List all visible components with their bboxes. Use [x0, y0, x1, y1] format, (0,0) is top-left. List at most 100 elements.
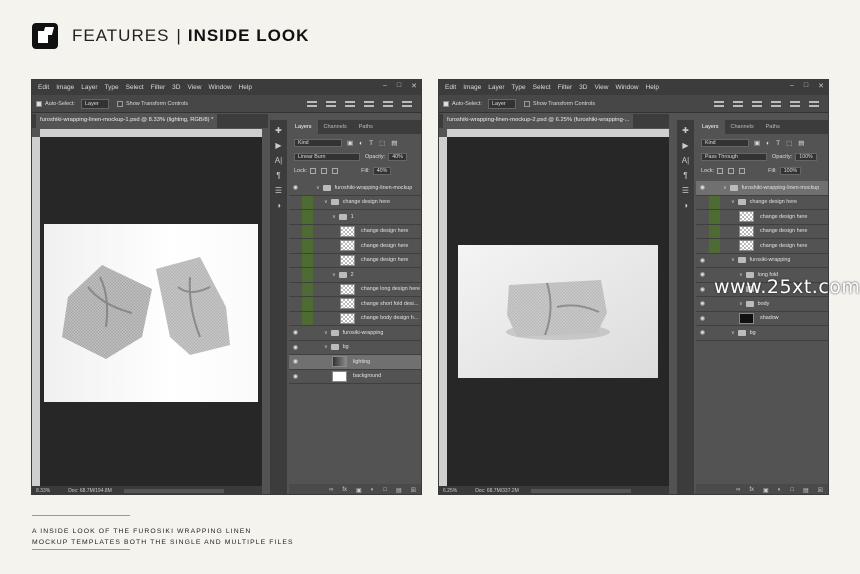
- smart-filter-icon[interactable]: ▤: [798, 139, 804, 147]
- align-icon[interactable]: [714, 100, 724, 107]
- paragraph-icon[interactable]: ¶: [683, 171, 687, 180]
- fill-value[interactable]: 100%: [779, 167, 802, 175]
- adjustment-layer-icon[interactable]: ◐: [778, 487, 782, 493]
- align-icon[interactable]: [364, 100, 374, 107]
- new-layer-icon[interactable]: ▤: [803, 487, 809, 494]
- menu-help[interactable]: Help: [239, 84, 252, 91]
- link-layers-icon[interactable]: ∞: [736, 487, 740, 493]
- visibility-eye-icon[interactable]: [289, 254, 302, 268]
- auto-select-target[interactable]: Layer: [487, 98, 516, 109]
- pixel-filter-icon[interactable]: ▣: [347, 139, 353, 147]
- visibility-eye-icon[interactable]: [289, 210, 302, 224]
- align-icon[interactable]: [809, 100, 819, 107]
- visibility-eye-icon[interactable]: ◉: [289, 326, 302, 340]
- menu-view[interactable]: View: [594, 84, 608, 91]
- fx-icon[interactable]: fx: [342, 487, 347, 493]
- visibility-eye-icon[interactable]: ◉: [289, 355, 302, 369]
- visibility-eye-icon[interactable]: ◉: [696, 268, 709, 282]
- visibility-eye-icon[interactable]: ◉: [289, 341, 302, 355]
- visibility-eye-icon[interactable]: [696, 210, 709, 224]
- tab-channels[interactable]: Channels: [725, 120, 760, 134]
- visibility-eye-icon[interactable]: [696, 239, 709, 253]
- expand-arrow-icon[interactable]: ∨: [731, 330, 735, 336]
- menu-type[interactable]: Type: [512, 84, 526, 91]
- smart-filter-icon[interactable]: ▤: [391, 139, 397, 147]
- menu-type[interactable]: Type: [105, 84, 119, 91]
- layer-row[interactable]: change long design here: [289, 282, 421, 297]
- expand-arrow-icon[interactable]: ∨: [324, 344, 328, 350]
- menu-edit[interactable]: Edit: [38, 84, 49, 91]
- type-tool-icon[interactable]: A|: [682, 156, 689, 165]
- visibility-eye-icon[interactable]: [289, 283, 302, 297]
- maximize-icon[interactable]: □: [804, 82, 808, 90]
- expand-arrow-icon[interactable]: ∨: [324, 199, 328, 205]
- properties-icon[interactable]: ☰: [682, 186, 689, 195]
- visibility-eye-icon[interactable]: [289, 196, 302, 210]
- show-transform-checkbox[interactable]: [523, 100, 530, 107]
- menu-filter[interactable]: Filter: [558, 84, 572, 91]
- visibility-eye-icon[interactable]: ◉: [696, 326, 709, 340]
- type-filter-icon[interactable]: T: [369, 140, 373, 147]
- visibility-eye-icon[interactable]: [289, 225, 302, 239]
- layer-row[interactable]: ◉ lighting: [289, 355, 421, 370]
- visibility-eye-icon[interactable]: ◉: [696, 254, 709, 268]
- menu-window[interactable]: Window: [615, 84, 638, 91]
- align-icon[interactable]: [326, 100, 336, 107]
- layer-row[interactable]: change body design h...: [289, 311, 421, 326]
- paragraph-icon[interactable]: ¶: [276, 171, 280, 180]
- adjustments-icon[interactable]: ◑: [276, 201, 281, 210]
- move-tool-icon[interactable]: ✚: [682, 126, 689, 135]
- menu-edit[interactable]: Edit: [445, 84, 456, 91]
- layer-row[interactable]: ∨ 2: [289, 268, 421, 283]
- horizontal-scrollbar[interactable]: [123, 488, 224, 493]
- layer-row[interactable]: ∨ change design here: [696, 195, 828, 210]
- mask-icon[interactable]: ▣: [763, 487, 769, 494]
- layer-row[interactable]: ∨ 1: [289, 210, 421, 225]
- mask-icon[interactable]: ▣: [356, 487, 362, 494]
- fx-icon[interactable]: fx: [749, 487, 754, 493]
- menu-view[interactable]: View: [187, 84, 201, 91]
- blend-mode-select[interactable]: Pass Through: [701, 153, 767, 161]
- visibility-eye-icon[interactable]: ◉: [696, 283, 709, 297]
- expand-arrow-icon[interactable]: ∨: [316, 185, 320, 191]
- auto-select-checkbox[interactable]: [36, 100, 42, 107]
- menu-image[interactable]: Image: [463, 84, 481, 91]
- menu-3d[interactable]: 3D: [172, 84, 180, 91]
- expand-arrow-icon[interactable]: ∨: [739, 301, 743, 307]
- visibility-eye-icon[interactable]: ◉: [289, 370, 302, 384]
- layer-row[interactable]: ∨ change design here: [289, 195, 421, 210]
- layer-row[interactable]: ◉ ∨ furosiki-wrapping: [289, 326, 421, 341]
- visibility-eye-icon[interactable]: ◉: [696, 297, 709, 311]
- visibility-eye-icon[interactable]: ◉: [696, 181, 709, 195]
- tab-paths[interactable]: Paths: [760, 120, 786, 134]
- layer-row[interactable]: change design here: [696, 224, 828, 239]
- align-icon[interactable]: [402, 100, 412, 107]
- adjustment-layer-icon[interactable]: ◐: [371, 487, 375, 493]
- zoom-level[interactable]: 8.33%: [36, 488, 50, 494]
- visibility-eye-icon[interactable]: [289, 297, 302, 311]
- layer-row[interactable]: ◉ shadow: [696, 312, 828, 326]
- tab-layers[interactable]: Layers: [289, 120, 318, 134]
- visibility-eye-icon[interactable]: ◉: [289, 181, 302, 195]
- expand-arrow-icon[interactable]: ∨: [723, 185, 727, 191]
- layer-row[interactable]: ◉ ∨ body: [696, 297, 828, 312]
- lock-position-icon[interactable]: [728, 168, 735, 174]
- lock-all-icon[interactable]: [332, 168, 339, 174]
- lock-pixels-icon[interactable]: [310, 168, 317, 174]
- filter-kind-select[interactable]: Kind: [701, 139, 749, 147]
- fill-value[interactable]: 40%: [372, 167, 392, 175]
- align-icon[interactable]: [383, 100, 393, 107]
- document-canvas[interactable]: [447, 137, 669, 486]
- opacity-value[interactable]: 100%: [795, 153, 817, 161]
- visibility-eye-icon[interactable]: [289, 268, 302, 282]
- menu-layer[interactable]: Layer: [81, 84, 97, 91]
- align-icon[interactable]: [771, 100, 781, 107]
- expand-arrow-icon[interactable]: ∨: [332, 214, 336, 220]
- zoom-level[interactable]: 6.25%: [443, 488, 457, 494]
- layer-row[interactable]: change design here: [696, 239, 828, 254]
- tab-channels[interactable]: Channels: [318, 120, 353, 134]
- document-tab[interactable]: furoshiki-wrapping-linen-mockup-2.psd @ …: [443, 114, 634, 128]
- auto-select-checkbox[interactable]: [443, 100, 449, 107]
- new-group-icon[interactable]: □: [383, 487, 387, 493]
- menu-select[interactable]: Select: [126, 84, 144, 91]
